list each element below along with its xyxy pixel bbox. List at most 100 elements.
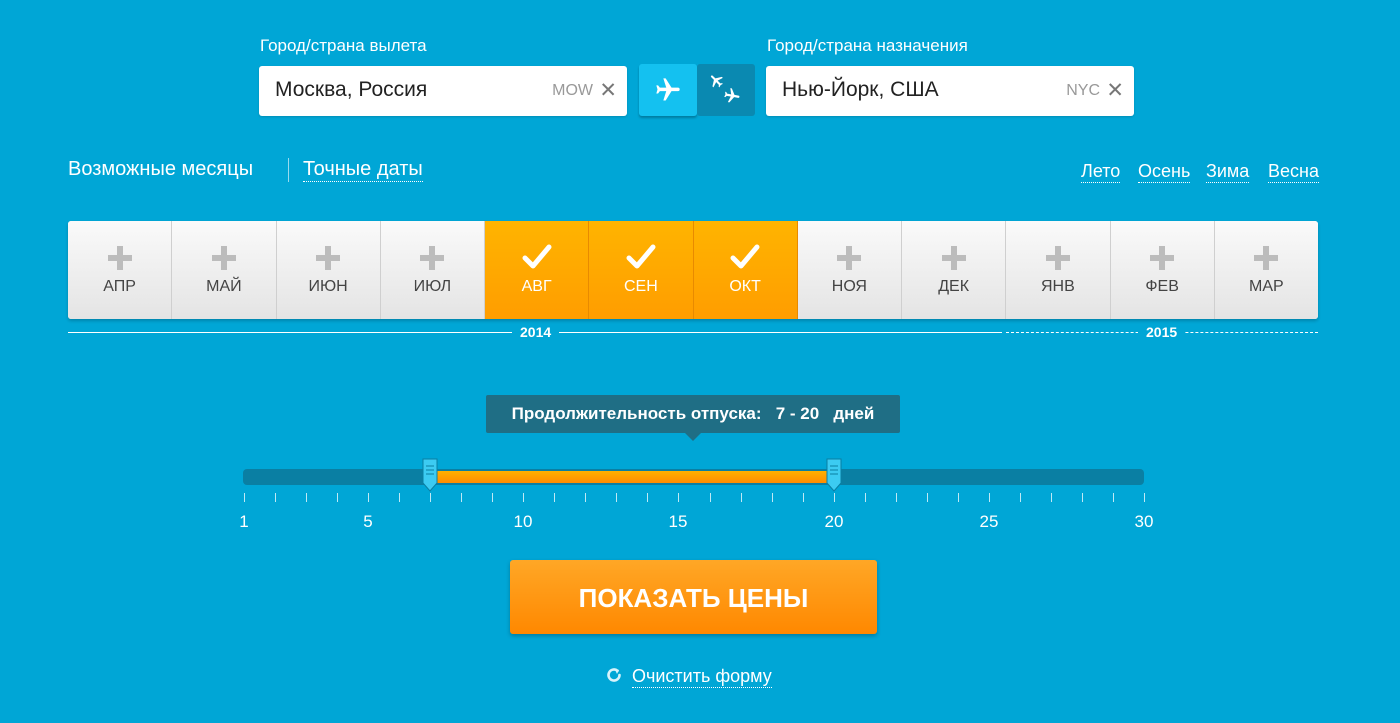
- scale-tick: [244, 493, 245, 502]
- scale-tick: [647, 493, 648, 502]
- scale-tick: [554, 493, 555, 502]
- month-11[interactable]: МАР: [1214, 221, 1318, 319]
- month-label: МАЙ: [206, 278, 242, 295]
- checkmark-icon: [694, 243, 797, 277]
- to-label: Город/страна назначения: [767, 36, 968, 55]
- scale-tick: [399, 493, 400, 502]
- month-8[interactable]: ДЕК: [902, 221, 1007, 319]
- duration-prefix: Продолжительность отпуска:: [511, 404, 762, 423]
- reset-form-label: Очистить форму: [632, 666, 772, 688]
- month-label: ОКТ: [729, 278, 761, 295]
- scale-label: 25: [979, 512, 999, 531]
- month-6[interactable]: ОКТ: [693, 221, 798, 319]
- plus-icon: [277, 243, 380, 277]
- scale-tick: [1113, 493, 1114, 502]
- duration-slider-handle-low[interactable]: [422, 458, 438, 492]
- to-input-value[interactable]: Нью-Йорк, США: [782, 78, 939, 102]
- scale-tick: [337, 493, 338, 502]
- month-label: ИЮН: [308, 278, 348, 295]
- season-autumn-link[interactable]: Осень: [1138, 161, 1191, 183]
- season-spring-link[interactable]: Весна: [1268, 161, 1319, 183]
- plus-icon: [1215, 243, 1318, 277]
- scale-tick: [616, 493, 617, 502]
- scale-tick: [803, 493, 804, 502]
- mode-divider: [288, 158, 289, 182]
- month-5[interactable]: СЕН: [589, 221, 694, 319]
- plane-icon: [656, 78, 680, 101]
- scale-tick: [368, 493, 369, 502]
- scale-label: 1: [239, 512, 249, 531]
- month-label: ИЮЛ: [413, 278, 452, 295]
- duration-range: 7 - 20: [775, 404, 820, 423]
- mode-months-tab[interactable]: Возможные месяцы: [68, 158, 253, 181]
- duration-slider-range: [436, 471, 834, 483]
- scale-tick: [678, 493, 679, 502]
- season-summer-link[interactable]: Лето: [1081, 161, 1121, 183]
- month-4[interactable]: АВГ: [485, 221, 590, 319]
- month-0[interactable]: АПР: [68, 221, 173, 319]
- plus-icon: [381, 243, 484, 277]
- scale-tick: [1051, 493, 1052, 502]
- scale-tick: [1144, 493, 1145, 502]
- scale-tick: [492, 493, 493, 502]
- scale-tick: [989, 493, 990, 502]
- scale-tick: [741, 493, 742, 502]
- scale-tick: [772, 493, 773, 502]
- month-label: ЯНВ: [1040, 278, 1075, 295]
- from-label: Город/страна вылета: [260, 36, 427, 55]
- month-2[interactable]: ИЮН: [276, 221, 381, 319]
- month-7[interactable]: НОЯ: [797, 221, 902, 319]
- plus-icon: [1006, 243, 1109, 277]
- scale-tick: [958, 493, 959, 502]
- scale-tick: [461, 493, 462, 502]
- scale-tick: [834, 493, 835, 502]
- month-10[interactable]: ФЕВ: [1110, 221, 1215, 319]
- one-way-button[interactable]: [639, 64, 697, 116]
- from-input-value[interactable]: Москва, Россия: [275, 78, 427, 102]
- month-label: НОЯ: [831, 278, 867, 295]
- month-3[interactable]: ИЮЛ: [380, 221, 485, 319]
- scale-tick: [523, 493, 524, 502]
- month-1[interactable]: МАЙ: [172, 221, 277, 319]
- scale-tick: [865, 493, 866, 502]
- reset-form-link[interactable]: Очистить форму: [604, 665, 772, 688]
- plus-icon: [1111, 243, 1214, 277]
- duration-slider-handle-high[interactable]: [826, 458, 842, 492]
- from-field[interactable]: Москва, Россия MOW ✕: [259, 66, 627, 116]
- refresh-icon: [607, 668, 621, 682]
- scale-tick: [275, 493, 276, 502]
- month-label: МАР: [1249, 278, 1284, 295]
- to-clear-icon[interactable]: ✕: [1106, 78, 1124, 103]
- plus-icon: [902, 243, 1005, 277]
- season-winter-link[interactable]: Зима: [1206, 161, 1250, 183]
- scale-tick: [1020, 493, 1021, 502]
- scale-tick: [927, 493, 928, 502]
- plus-icon: [798, 243, 901, 277]
- mode-exact-dates-tab[interactable]: Точные даты: [303, 158, 423, 182]
- year-2014-label: 2014: [512, 324, 560, 340]
- duration-suffix: дней: [833, 404, 875, 423]
- round-trip-button[interactable]: [697, 64, 755, 116]
- duration-tooltip: Продолжительность отпуска: 7 - 20 дней: [486, 395, 900, 441]
- from-clear-icon[interactable]: ✕: [599, 78, 617, 103]
- scale-tick: [710, 493, 711, 502]
- scale-label: 30: [1134, 512, 1154, 531]
- month-label: ДЕК: [938, 278, 970, 295]
- month-label: ФЕВ: [1145, 278, 1179, 295]
- plus-icon: [68, 243, 171, 277]
- checkmark-icon: [485, 243, 588, 277]
- month-label: АПР: [103, 278, 136, 295]
- scale-label: 5: [363, 512, 373, 531]
- month-label: СЕН: [623, 278, 658, 295]
- to-code: NYC: [1066, 82, 1100, 99]
- scale-tick: [430, 493, 431, 502]
- checkmark-icon: [589, 243, 692, 277]
- scale-label: 20: [824, 512, 844, 531]
- plus-icon: [172, 243, 275, 277]
- scale-label: 10: [513, 512, 533, 531]
- month-9[interactable]: ЯНВ: [1006, 221, 1111, 319]
- scale-tick: [585, 493, 586, 502]
- to-field[interactable]: Нью-Йорк, США NYC ✕: [766, 66, 1134, 116]
- show-prices-button[interactable]: ПОКАЗАТЬ ЦЕНЫ: [510, 560, 877, 634]
- scale-tick: [896, 493, 897, 502]
